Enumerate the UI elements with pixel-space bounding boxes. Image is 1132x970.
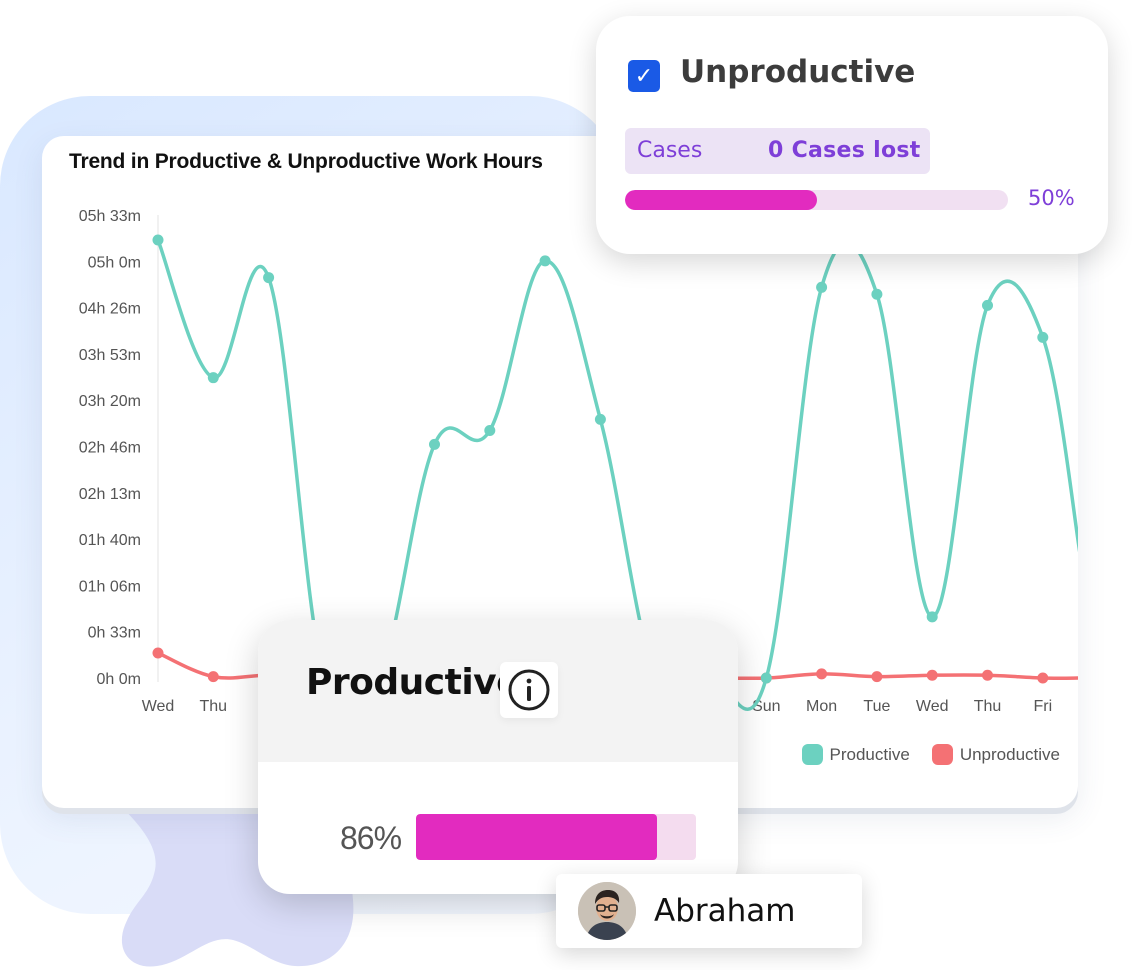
- unproductive-progress-fill: [625, 190, 817, 210]
- info-circle-icon[interactable]: [500, 662, 558, 718]
- cases-badge: Cases 0 Cases lost: [625, 128, 930, 174]
- x-tick-label: Wed: [142, 698, 175, 715]
- legend-label-productive: Productive: [829, 744, 910, 764]
- data-point-unproductive[interactable]: [152, 647, 164, 659]
- y-tick-label: 02h 46m: [79, 440, 141, 457]
- productive-progress-bar: [416, 814, 696, 860]
- cases-label: Cases: [637, 138, 703, 163]
- data-point-productive[interactable]: [926, 611, 938, 623]
- user-name: Abraham: [654, 893, 796, 929]
- productive-title: Productive: [306, 662, 521, 703]
- data-point-unproductive[interactable]: [982, 669, 993, 681]
- legend-item-unproductive[interactable]: Unproductive: [931, 744, 1060, 765]
- productive-card-header: Productive: [258, 620, 738, 762]
- data-point-unproductive[interactable]: [1037, 672, 1049, 684]
- data-point-productive[interactable]: [1037, 331, 1049, 343]
- x-tick-label: Fri: [1033, 698, 1052, 715]
- legend-item-productive[interactable]: Productive: [801, 744, 910, 765]
- productive-progress-text: 86%: [340, 820, 402, 856]
- data-point-productive[interactable]: [152, 234, 164, 246]
- unproductive-checkbox[interactable]: ✓: [628, 60, 660, 92]
- data-point-productive[interactable]: [539, 255, 551, 267]
- data-point-unproductive[interactable]: [871, 671, 883, 683]
- y-tick-label: 04h 26m: [79, 301, 141, 318]
- unproductive-progress-text: 50%: [1028, 186, 1075, 210]
- data-point-unproductive[interactable]: [207, 671, 219, 683]
- legend-swatch-productive: [801, 744, 823, 765]
- unproductive-card: ✓ Unproductive Cases 0 Cases lost 50%: [596, 16, 1108, 254]
- productive-card: Productive 86%: [258, 620, 738, 894]
- data-point-productive[interactable]: [760, 672, 772, 684]
- chart-legend: Productive Unproductive: [801, 744, 1060, 765]
- unproductive-progress-bar: [625, 190, 1008, 210]
- y-tick-label: 0h 0m: [97, 671, 141, 688]
- y-tick-label: 02h 13m: [79, 486, 141, 503]
- productive-progress-fill: [416, 814, 657, 860]
- y-tick-label: 0h 33m: [88, 625, 141, 642]
- avatar: [578, 882, 636, 940]
- legend-swatch-unproductive: [931, 744, 953, 765]
- data-point-productive[interactable]: [207, 372, 219, 384]
- x-tick-label: Mon: [806, 698, 837, 715]
- data-point-productive[interactable]: [484, 425, 496, 437]
- y-tick-label: 01h 40m: [79, 532, 141, 549]
- data-point-productive[interactable]: [594, 413, 606, 425]
- y-tick-label: 03h 20m: [79, 393, 141, 410]
- legend-label-unproductive: Unproductive: [959, 744, 1060, 764]
- data-point-unproductive[interactable]: [926, 669, 938, 681]
- y-tick-label: 03h 53m: [79, 347, 141, 364]
- unproductive-title: Unproductive: [680, 54, 916, 90]
- x-tick-label: Thu: [200, 698, 228, 715]
- data-point-productive[interactable]: [816, 281, 828, 293]
- data-point-productive[interactable]: [429, 438, 440, 450]
- check-icon: ✓: [634, 63, 654, 88]
- cases-value: 0 Cases lost: [768, 138, 921, 163]
- y-tick-label: 01h 06m: [79, 578, 141, 595]
- x-tick-label: Thu: [974, 698, 1002, 715]
- x-tick-label: Wed: [916, 698, 949, 715]
- y-tick-label: 05h 0m: [88, 254, 141, 271]
- user-chip[interactable]: Abraham: [556, 874, 862, 948]
- x-tick-label: Tue: [863, 698, 890, 715]
- data-point-productive[interactable]: [871, 288, 883, 300]
- data-point-productive[interactable]: [982, 299, 993, 311]
- data-point-productive[interactable]: [263, 272, 275, 284]
- data-point-unproductive[interactable]: [816, 668, 828, 680]
- y-tick-label: 05h 33m: [79, 208, 141, 225]
